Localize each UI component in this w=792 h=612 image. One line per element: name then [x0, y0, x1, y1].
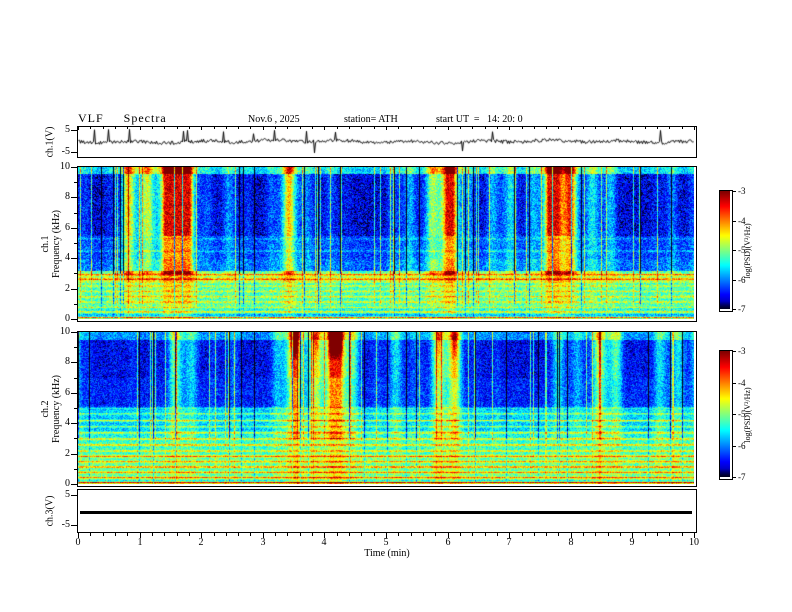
x-minor-tick [620, 533, 621, 536]
x-major-tick [140, 533, 141, 538]
x-minor-tick [90, 533, 91, 536]
wave-y-axis-label: ch.1(V) [44, 126, 56, 158]
x-minor-tick [226, 533, 227, 536]
x-minor-tick [583, 533, 584, 536]
colorbar2-gradient [720, 351, 730, 477]
spec-y-tick-label: 2 [65, 283, 70, 294]
colorbar2 [719, 350, 733, 480]
x-minor-tick [546, 533, 547, 536]
x-minor-tick [522, 533, 523, 536]
spec2-channel-label: ch.2 [40, 400, 51, 418]
x-minor-tick [189, 533, 190, 536]
x-minor-tick [287, 533, 288, 536]
x-minor-tick [361, 533, 362, 536]
x-minor-tick [608, 533, 609, 536]
ch2-spectrogram-panel [77, 331, 697, 487]
x-minor-tick [497, 533, 498, 536]
spec-y-tick-label: 2 [65, 448, 70, 459]
vlf-spectra-figure: VLF Spectra Nov.6 , 2025 station= ATH st… [0, 0, 792, 612]
x-minor-tick [398, 533, 399, 536]
spec1-frequency-label: Frequency (kHz) [51, 209, 62, 279]
x-minor-tick [337, 533, 338, 536]
x-axis-label: Time (min) [364, 548, 410, 559]
x-minor-tick [349, 533, 350, 536]
x-major-tick [509, 533, 510, 538]
colorbar1 [719, 190, 733, 312]
ch1-spectrogram-canvas [78, 167, 694, 319]
spec-y-tick-label: 0 [65, 478, 70, 489]
x-minor-tick [103, 533, 104, 536]
spec-y-tick-label: 8 [65, 191, 70, 202]
x-minor-tick [250, 533, 251, 536]
figure-start-ut: start UT = 14: 20: 0 [436, 114, 523, 125]
colorbar-tick-label: -7 [738, 472, 746, 482]
colorbar-tick-label: -3 [738, 346, 746, 356]
colorbar-tick-label: -3 [738, 186, 746, 196]
x-major-tick [448, 533, 449, 538]
x-major-tick [694, 533, 695, 538]
figure-title: VLF Spectra [78, 111, 167, 125]
x-minor-tick [275, 533, 276, 536]
spec-y-tick-label: 0 [65, 313, 70, 324]
x-minor-tick [558, 533, 559, 536]
x-minor-tick [595, 533, 596, 536]
x-major-tick [632, 533, 633, 538]
x-major-tick [78, 533, 79, 538]
ch1-waveform-canvas [78, 127, 694, 155]
figure-date: Nov.6 , 2025 [248, 114, 300, 125]
x-major-tick [324, 533, 325, 538]
x-minor-tick [374, 533, 375, 536]
x-major-tick [201, 533, 202, 538]
ch1-waveform-panel [77, 126, 697, 158]
ch3-y-axis-label: ch.3(V) [44, 495, 56, 527]
spec2-frequency-label: Frequency (kHz) [51, 374, 62, 444]
x-minor-tick [312, 533, 313, 536]
x-minor-tick [534, 533, 535, 536]
colorbar1-label: log(PSD)(V²/Hz) [743, 223, 752, 279]
x-minor-tick [423, 533, 424, 536]
spec2-y-axis-label: ch.2 Frequency (kHz) [40, 375, 62, 443]
x-minor-tick [485, 533, 486, 536]
x-minor-tick [657, 533, 658, 536]
x-minor-tick [682, 533, 683, 536]
x-minor-tick [300, 533, 301, 536]
colorbar1-gradient [720, 191, 730, 309]
x-major-tick [386, 533, 387, 538]
x-minor-tick [460, 533, 461, 536]
x-minor-tick [435, 533, 436, 536]
x-major-tick [263, 533, 264, 538]
spec-y-tick-label: 10 [60, 326, 70, 337]
ch3-flat-trace [80, 511, 692, 514]
x-minor-tick [214, 533, 215, 536]
x-minor-tick [411, 533, 412, 536]
x-minor-tick [472, 533, 473, 536]
x-minor-tick [164, 533, 165, 536]
x-minor-tick [115, 533, 116, 536]
x-minor-tick [669, 533, 670, 536]
spec-y-tick-label: 10 [60, 161, 70, 172]
colorbar-tick-label: -7 [738, 304, 746, 314]
ch1-spectrogram-panel [77, 166, 697, 322]
ch2-spectrogram-canvas [78, 332, 694, 484]
x-minor-tick [238, 533, 239, 536]
colorbar2-label: log(PSD)(V²/Hz) [743, 387, 752, 443]
x-minor-tick [127, 533, 128, 536]
ch3-waveform-panel [77, 489, 697, 533]
spec1-channel-label: ch.1 [40, 235, 51, 253]
x-minor-tick [177, 533, 178, 536]
x-minor-tick [645, 533, 646, 536]
x-major-tick [571, 533, 572, 538]
spec1-y-axis-label: ch.1 Frequency (kHz) [40, 210, 62, 278]
figure-station: station= ATH [344, 114, 398, 125]
x-minor-tick [152, 533, 153, 536]
spec-y-tick-label: 8 [65, 356, 70, 367]
